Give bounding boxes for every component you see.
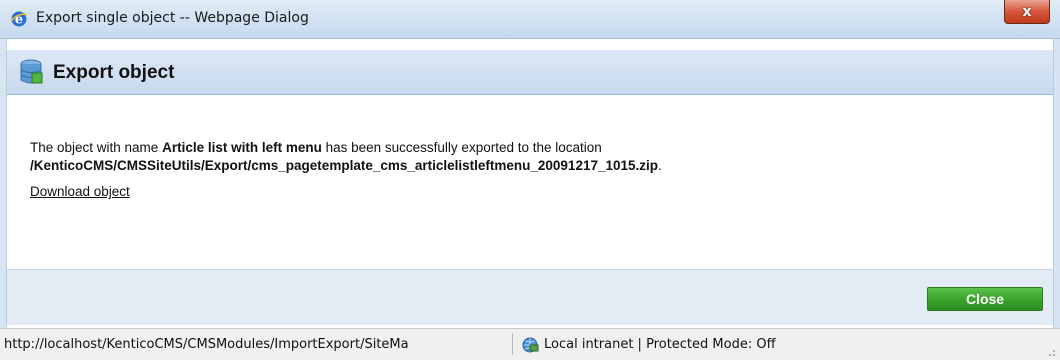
message-line-1: The object with name Article list with l… — [30, 139, 662, 157]
status-url: http://localhost/KenticoCMS/CMSModules/I… — [4, 337, 409, 352]
status-divider — [512, 333, 513, 355]
message-line-2: /KenticoCMS/CMSSiteUtils/Export/cms_page… — [30, 157, 662, 175]
export-path: /KenticoCMS/CMSSiteUtils/Export/cms_page… — [30, 158, 659, 173]
local-intranet-icon — [522, 337, 539, 353]
internet-explorer-icon: e — [10, 11, 28, 28]
object-name: Article list with left menu — [162, 140, 322, 155]
close-icon: x — [1022, 3, 1032, 20]
title-bar[interactable]: e Export single object -- Webpage Dialog… — [0, 0, 1060, 39]
close-button[interactable]: Close — [927, 287, 1043, 311]
dialog-content: The object with name Article list with l… — [7, 95, 1053, 270]
window-title: Export single object -- Webpage Dialog — [36, 10, 309, 26]
export-message: The object with name Article list with l… — [30, 139, 662, 175]
window-frame-right — [1053, 39, 1060, 335]
dialog-footer: Close — [7, 270, 1053, 325]
dialog-header: Export object — [7, 50, 1053, 95]
page-title: Export object — [53, 62, 175, 83]
dialog-window: e Export single object -- Webpage Dialog… — [0, 0, 1060, 360]
status-bar: http://localhost/KenticoCMS/CMSModules/I… — [0, 328, 1060, 360]
window-frame-left — [0, 39, 7, 335]
message-prefix: The object with name — [30, 140, 163, 155]
path-period: . — [658, 158, 662, 173]
download-object-link[interactable]: Download object — [30, 184, 130, 199]
resize-grip-icon[interactable] — [1046, 347, 1056, 357]
database-icon — [20, 59, 43, 84]
security-zone-text: Local intranet | Protected Mode: Off — [544, 337, 776, 352]
message-suffix: has been successfully exported to the lo… — [321, 140, 602, 155]
window-close-button[interactable]: x — [1004, 0, 1050, 24]
